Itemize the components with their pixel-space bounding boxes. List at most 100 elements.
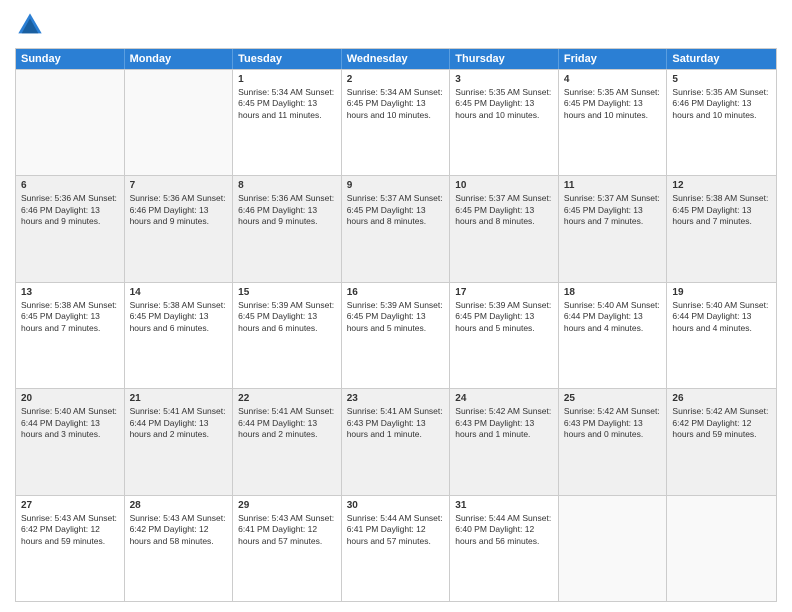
header-day-saturday: Saturday — [667, 49, 776, 69]
header-day-tuesday: Tuesday — [233, 49, 342, 69]
cell-text: Sunrise: 5:36 AM Sunset: 6:46 PM Dayligh… — [130, 193, 228, 227]
day-number: 11 — [564, 179, 662, 192]
calendar-cell: 2Sunrise: 5:34 AM Sunset: 6:45 PM Daylig… — [342, 70, 451, 175]
calendar-body: 1Sunrise: 5:34 AM Sunset: 6:45 PM Daylig… — [16, 69, 776, 601]
cell-text: Sunrise: 5:35 AM Sunset: 6:46 PM Dayligh… — [672, 87, 771, 121]
cell-text: Sunrise: 5:34 AM Sunset: 6:45 PM Dayligh… — [347, 87, 445, 121]
logo — [15, 10, 49, 40]
day-number: 18 — [564, 286, 662, 299]
cell-text: Sunrise: 5:35 AM Sunset: 6:45 PM Dayligh… — [455, 87, 553, 121]
calendar-header: SundayMondayTuesdayWednesdayThursdayFrid… — [16, 49, 776, 69]
day-number: 31 — [455, 499, 553, 512]
cell-text: Sunrise: 5:35 AM Sunset: 6:45 PM Dayligh… — [564, 87, 662, 121]
calendar-row-1: 6Sunrise: 5:36 AM Sunset: 6:46 PM Daylig… — [16, 175, 776, 281]
day-number: 30 — [347, 499, 445, 512]
day-number: 5 — [672, 73, 771, 86]
page: SundayMondayTuesdayWednesdayThursdayFrid… — [0, 0, 792, 612]
day-number: 27 — [21, 499, 119, 512]
day-number: 23 — [347, 392, 445, 405]
day-number: 8 — [238, 179, 336, 192]
calendar-cell: 28Sunrise: 5:43 AM Sunset: 6:42 PM Dayli… — [125, 496, 234, 601]
day-number: 29 — [238, 499, 336, 512]
cell-text: Sunrise: 5:37 AM Sunset: 6:45 PM Dayligh… — [347, 193, 445, 227]
cell-text: Sunrise: 5:39 AM Sunset: 6:45 PM Dayligh… — [455, 300, 553, 334]
calendar-cell: 4Sunrise: 5:35 AM Sunset: 6:45 PM Daylig… — [559, 70, 668, 175]
day-number: 20 — [21, 392, 119, 405]
calendar-cell — [125, 70, 234, 175]
day-number: 17 — [455, 286, 553, 299]
calendar-cell: 31Sunrise: 5:44 AM Sunset: 6:40 PM Dayli… — [450, 496, 559, 601]
cell-text: Sunrise: 5:34 AM Sunset: 6:45 PM Dayligh… — [238, 87, 336, 121]
header-day-thursday: Thursday — [450, 49, 559, 69]
cell-text: Sunrise: 5:38 AM Sunset: 6:45 PM Dayligh… — [672, 193, 771, 227]
cell-text: Sunrise: 5:44 AM Sunset: 6:41 PM Dayligh… — [347, 513, 445, 547]
day-number: 19 — [672, 286, 771, 299]
day-number: 2 — [347, 73, 445, 86]
calendar-cell: 24Sunrise: 5:42 AM Sunset: 6:43 PM Dayli… — [450, 389, 559, 494]
header — [15, 10, 777, 40]
day-number: 26 — [672, 392, 771, 405]
cell-text: Sunrise: 5:41 AM Sunset: 6:44 PM Dayligh… — [238, 406, 336, 440]
day-number: 15 — [238, 286, 336, 299]
calendar-cell: 20Sunrise: 5:40 AM Sunset: 6:44 PM Dayli… — [16, 389, 125, 494]
calendar-cell — [16, 70, 125, 175]
calendar-cell: 21Sunrise: 5:41 AM Sunset: 6:44 PM Dayli… — [125, 389, 234, 494]
calendar-row-4: 27Sunrise: 5:43 AM Sunset: 6:42 PM Dayli… — [16, 495, 776, 601]
calendar-row-0: 1Sunrise: 5:34 AM Sunset: 6:45 PM Daylig… — [16, 69, 776, 175]
calendar-cell: 29Sunrise: 5:43 AM Sunset: 6:41 PM Dayli… — [233, 496, 342, 601]
day-number: 10 — [455, 179, 553, 192]
header-day-wednesday: Wednesday — [342, 49, 451, 69]
logo-icon — [15, 10, 45, 40]
cell-text: Sunrise: 5:39 AM Sunset: 6:45 PM Dayligh… — [238, 300, 336, 334]
header-day-friday: Friday — [559, 49, 668, 69]
calendar-cell: 1Sunrise: 5:34 AM Sunset: 6:45 PM Daylig… — [233, 70, 342, 175]
day-number: 13 — [21, 286, 119, 299]
calendar-cell: 17Sunrise: 5:39 AM Sunset: 6:45 PM Dayli… — [450, 283, 559, 388]
day-number: 28 — [130, 499, 228, 512]
day-number: 24 — [455, 392, 553, 405]
calendar-cell: 25Sunrise: 5:42 AM Sunset: 6:43 PM Dayli… — [559, 389, 668, 494]
calendar-cell: 16Sunrise: 5:39 AM Sunset: 6:45 PM Dayli… — [342, 283, 451, 388]
cell-text: Sunrise: 5:43 AM Sunset: 6:42 PM Dayligh… — [130, 513, 228, 547]
day-number: 14 — [130, 286, 228, 299]
cell-text: Sunrise: 5:41 AM Sunset: 6:43 PM Dayligh… — [347, 406, 445, 440]
day-number: 4 — [564, 73, 662, 86]
calendar-cell: 13Sunrise: 5:38 AM Sunset: 6:45 PM Dayli… — [16, 283, 125, 388]
day-number: 22 — [238, 392, 336, 405]
day-number: 21 — [130, 392, 228, 405]
calendar-cell: 6Sunrise: 5:36 AM Sunset: 6:46 PM Daylig… — [16, 176, 125, 281]
cell-text: Sunrise: 5:37 AM Sunset: 6:45 PM Dayligh… — [564, 193, 662, 227]
cell-text: Sunrise: 5:39 AM Sunset: 6:45 PM Dayligh… — [347, 300, 445, 334]
calendar-cell: 11Sunrise: 5:37 AM Sunset: 6:45 PM Dayli… — [559, 176, 668, 281]
cell-text: Sunrise: 5:40 AM Sunset: 6:44 PM Dayligh… — [672, 300, 771, 334]
cell-text: Sunrise: 5:37 AM Sunset: 6:45 PM Dayligh… — [455, 193, 553, 227]
calendar: SundayMondayTuesdayWednesdayThursdayFrid… — [15, 48, 777, 602]
cell-text: Sunrise: 5:42 AM Sunset: 6:43 PM Dayligh… — [564, 406, 662, 440]
calendar-cell: 9Sunrise: 5:37 AM Sunset: 6:45 PM Daylig… — [342, 176, 451, 281]
day-number: 3 — [455, 73, 553, 86]
cell-text: Sunrise: 5:42 AM Sunset: 6:42 PM Dayligh… — [672, 406, 771, 440]
calendar-cell: 23Sunrise: 5:41 AM Sunset: 6:43 PM Dayli… — [342, 389, 451, 494]
calendar-cell: 27Sunrise: 5:43 AM Sunset: 6:42 PM Dayli… — [16, 496, 125, 601]
cell-text: Sunrise: 5:41 AM Sunset: 6:44 PM Dayligh… — [130, 406, 228, 440]
day-number: 25 — [564, 392, 662, 405]
cell-text: Sunrise: 5:36 AM Sunset: 6:46 PM Dayligh… — [21, 193, 119, 227]
day-number: 12 — [672, 179, 771, 192]
calendar-row-3: 20Sunrise: 5:40 AM Sunset: 6:44 PM Dayli… — [16, 388, 776, 494]
cell-text: Sunrise: 5:43 AM Sunset: 6:42 PM Dayligh… — [21, 513, 119, 547]
calendar-cell: 5Sunrise: 5:35 AM Sunset: 6:46 PM Daylig… — [667, 70, 776, 175]
day-number: 6 — [21, 179, 119, 192]
calendar-cell: 8Sunrise: 5:36 AM Sunset: 6:46 PM Daylig… — [233, 176, 342, 281]
calendar-cell: 7Sunrise: 5:36 AM Sunset: 6:46 PM Daylig… — [125, 176, 234, 281]
calendar-cell: 30Sunrise: 5:44 AM Sunset: 6:41 PM Dayli… — [342, 496, 451, 601]
cell-text: Sunrise: 5:42 AM Sunset: 6:43 PM Dayligh… — [455, 406, 553, 440]
calendar-cell: 3Sunrise: 5:35 AM Sunset: 6:45 PM Daylig… — [450, 70, 559, 175]
cell-text: Sunrise: 5:43 AM Sunset: 6:41 PM Dayligh… — [238, 513, 336, 547]
day-number: 16 — [347, 286, 445, 299]
cell-text: Sunrise: 5:38 AM Sunset: 6:45 PM Dayligh… — [21, 300, 119, 334]
day-number: 7 — [130, 179, 228, 192]
calendar-row-2: 13Sunrise: 5:38 AM Sunset: 6:45 PM Dayli… — [16, 282, 776, 388]
calendar-cell: 15Sunrise: 5:39 AM Sunset: 6:45 PM Dayli… — [233, 283, 342, 388]
cell-text: Sunrise: 5:40 AM Sunset: 6:44 PM Dayligh… — [21, 406, 119, 440]
header-day-sunday: Sunday — [16, 49, 125, 69]
